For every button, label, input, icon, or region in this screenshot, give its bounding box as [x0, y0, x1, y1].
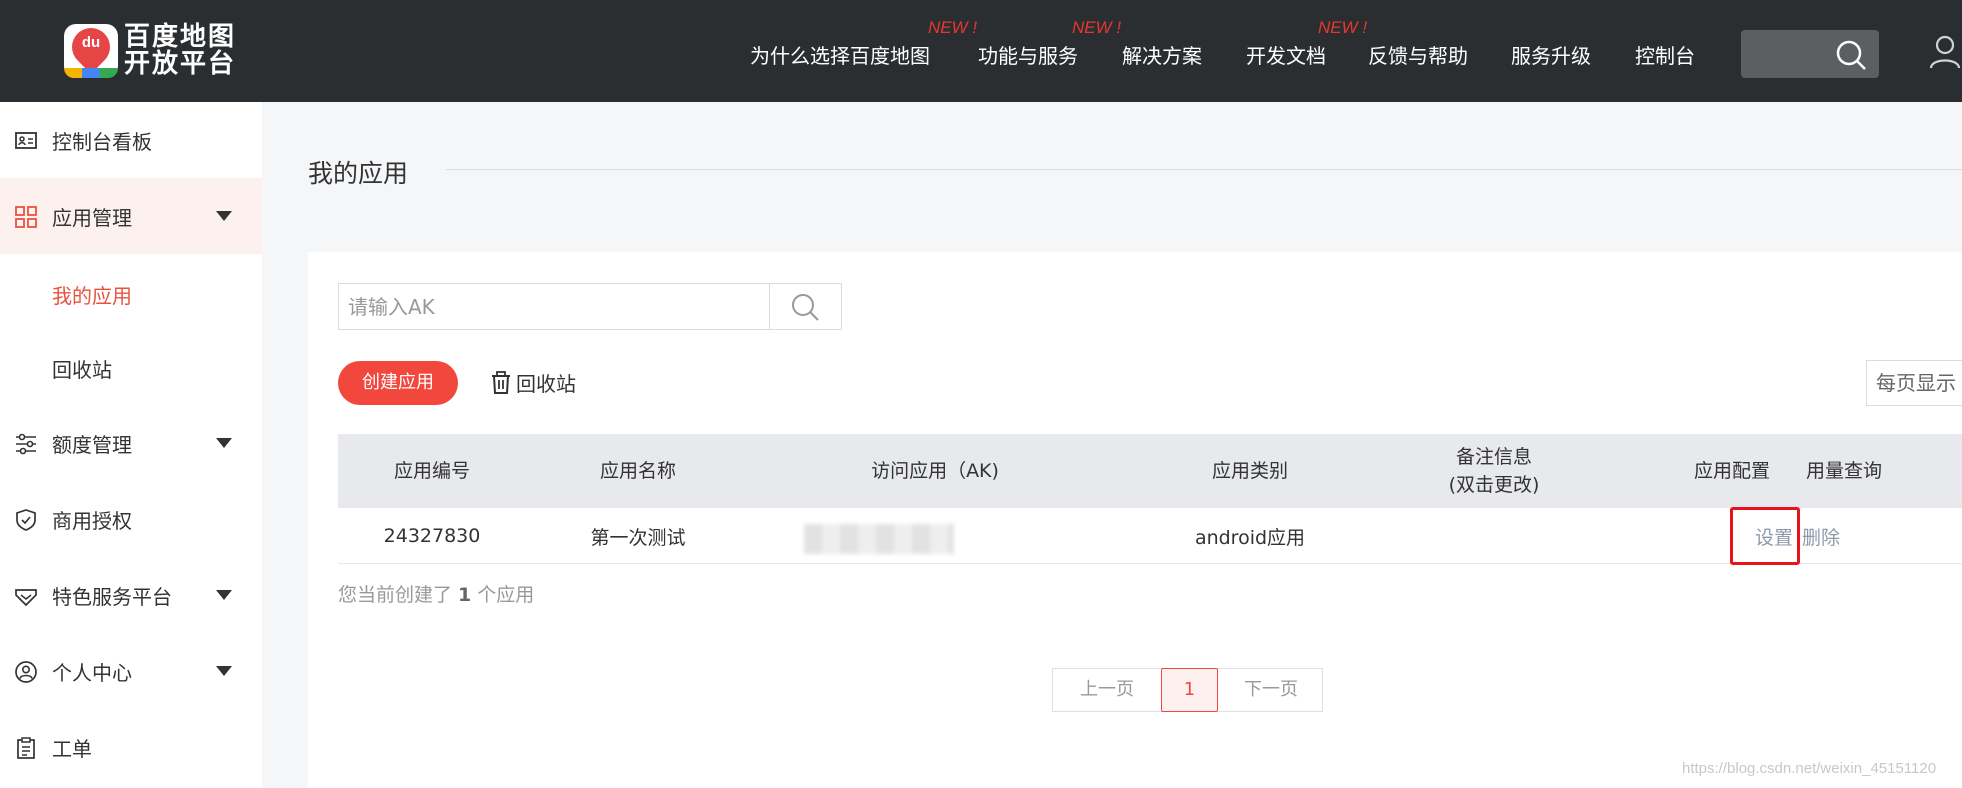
- caret-down-icon[interactable]: [216, 666, 232, 676]
- next-page-button[interactable]: 下一页: [1218, 669, 1324, 711]
- shield-check-icon: [14, 508, 38, 532]
- create-app-button[interactable]: 创建应用: [338, 361, 458, 405]
- ak-search-button[interactable]: [769, 284, 842, 329]
- user-avatar-icon[interactable]: [1928, 34, 1962, 74]
- clipboard-icon: [14, 736, 38, 760]
- watermark-text: https://blog.csdn.net/weixin_45151120: [1682, 760, 1937, 777]
- caret-down-icon[interactable]: [216, 211, 232, 221]
- col-header-usage-query: 用量查询: [1806, 460, 1883, 482]
- new-badge: NEW !: [928, 18, 978, 37]
- app-count-text: 您当前创建了 1 个应用: [338, 580, 534, 607]
- new-badge: NEW !: [1072, 18, 1122, 37]
- count-prefix: 您当前创建了: [338, 584, 453, 606]
- user-circle-icon: [14, 660, 38, 684]
- top-nav: NEW ! NEW ! NEW ! 为什么选择百度地图 功能与服务 解决方案 开…: [0, 0, 1962, 102]
- ak-search-box: [338, 283, 842, 330]
- cell-app-name: 第一次测试: [590, 526, 686, 549]
- caret-down-icon[interactable]: [216, 590, 232, 600]
- sidebar-item-label: 应用管理: [52, 205, 132, 230]
- search-icon: [792, 294, 819, 321]
- grid-icon: [14, 205, 38, 229]
- sidebar-item-quota-management[interactable]: 额度管理: [0, 405, 262, 481]
- diamond-tag-icon: [14, 584, 38, 608]
- sidebar-subitem-my-apps[interactable]: 我的应用: [52, 280, 132, 309]
- header-search-box[interactable]: [1741, 30, 1879, 78]
- caret-down-icon[interactable]: [216, 438, 232, 448]
- sidebar: 控制台看板 应用管理 我的应用 回收站 额度管理 商用授权 特色服务平台 个人中: [0, 102, 262, 788]
- sidebar-item-featured-services[interactable]: 特色服务平台: [0, 557, 262, 633]
- col-header-ak: 访问应用（AK): [871, 460, 999, 482]
- sidebar-item-work-order[interactable]: 工单: [0, 709, 262, 785]
- cell-app-config-delete: 删除: [1796, 508, 1846, 564]
- nav-dev-docs[interactable]: 开发文档: [1246, 40, 1326, 69]
- page-title: 我的应用: [308, 159, 409, 188]
- nav-solutions[interactable]: 解决方案: [1122, 40, 1202, 69]
- trash-icon: [492, 370, 510, 394]
- cell-app-type: android应用: [1194, 526, 1306, 549]
- nav-service-upgrade[interactable]: 服务升级: [1511, 40, 1591, 69]
- sidebar-subitem-recycle-bin[interactable]: 回收站: [52, 354, 112, 383]
- nav-features-services[interactable]: 功能与服务: [978, 40, 1078, 69]
- col-header-remarks-line1: 备注信息: [1455, 446, 1532, 468]
- ak-search-input[interactable]: [339, 284, 769, 329]
- nav-why-baidu-map[interactable]: 为什么选择百度地图: [750, 40, 930, 69]
- new-badge: NEW !: [1318, 18, 1368, 37]
- delete-link[interactable]: 删除: [1802, 523, 1840, 550]
- sidebar-item-label: 控制台看板: [52, 129, 152, 154]
- col-header-app-config: 应用配置: [1693, 460, 1770, 482]
- cell-app-id: 24327830: [383, 525, 481, 547]
- sidebar-item-label: 特色服务平台: [52, 584, 172, 609]
- sidebar-item-app-management[interactable]: 应用管理: [0, 178, 262, 254]
- sidebar-item-personal-center[interactable]: 个人中心: [0, 633, 262, 709]
- col-header-remarks: 备注信息 (双击更改): [1380, 434, 1608, 508]
- table-header: 应用编号 应用名称 访问应用（AK) 应用类别 备注信息 (双击更改) 应用配置…: [338, 434, 1962, 508]
- sidebar-item-dashboard[interactable]: 控制台看板: [0, 102, 262, 178]
- settings-highlight-box: [1730, 507, 1800, 565]
- page-number-current[interactable]: 1: [1161, 668, 1218, 712]
- col-header-app-name: 应用名称: [599, 460, 676, 482]
- pagination: 上一页 1 下一页: [1052, 668, 1323, 712]
- nav-console[interactable]: 控制台: [1635, 40, 1695, 69]
- nav-feedback-help[interactable]: 反馈与帮助: [1368, 40, 1468, 69]
- col-header-app-type: 应用类别: [1211, 460, 1288, 482]
- cell-ak-redacted: [804, 524, 954, 554]
- col-header-remarks-line2: (双击更改): [1448, 474, 1540, 496]
- recycle-bin-label: 回收站: [516, 372, 576, 396]
- count-value: 1: [458, 584, 472, 606]
- sliders-icon: [14, 432, 38, 456]
- sidebar-item-commercial-license[interactable]: 商用授权: [0, 481, 262, 557]
- top-header: du 百度地图 开放平台 NEW ! NEW ! NEW ! 为什么选择百度地图…: [0, 0, 1962, 102]
- sidebar-item-label: 个人中心: [52, 660, 132, 685]
- search-icon[interactable]: [1835, 39, 1867, 75]
- prev-page-button[interactable]: 上一页: [1053, 669, 1161, 711]
- col-header-app-id: 应用编号: [393, 460, 470, 482]
- sidebar-item-label: 商用授权: [52, 508, 132, 533]
- recycle-bin-link[interactable]: 回收站: [490, 368, 576, 397]
- sidebar-item-label: 额度管理: [52, 432, 132, 457]
- sidebar-item-label: 工单: [52, 736, 92, 761]
- table-row: 24327830 第一次测试 android应用 设置 删除: [338, 508, 1962, 564]
- per-page-select[interactable]: 每页显示: [1866, 360, 1962, 406]
- count-suffix: 个应用: [477, 584, 535, 606]
- title-divider: [446, 169, 1962, 170]
- id-card-icon: [14, 129, 38, 153]
